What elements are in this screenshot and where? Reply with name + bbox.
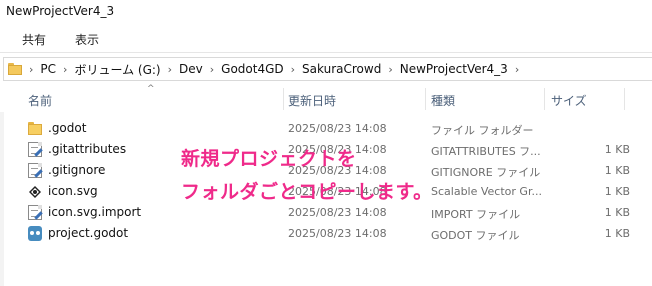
breadcrumb-pc[interactable]: PC [40,62,56,76]
file-name: .gitignore [48,163,106,177]
navigation-pane-edge [0,112,4,286]
breadcrumb-volume[interactable]: ボリューム (G:) [74,61,160,78]
folder-icon [8,63,22,75]
file-name: icon.svg [48,184,98,198]
svg-file-icon [29,186,41,198]
file-date: 2025/08/23 14:08 [288,227,387,240]
file-type: Scalable Vector Gr... [431,185,542,198]
file-date: 2025/08/23 14:08 [288,206,387,219]
file-type: GITATTRIBUTES フ... [431,145,541,158]
file-type: GITIGNORE ファイル [431,166,541,179]
ribbon-tab-view[interactable]: 表示 [75,31,99,48]
address-field[interactable]: › PC › ボリューム (G:) › Dev › Godot4GD › Sak… [3,57,652,81]
chevron-right-icon[interactable]: › [515,63,519,76]
title-bar: NewProjectVer4_3 [0,0,652,26]
file-row-icon-svg-import[interactable]: icon.svg.import 2025/08/23 14:08 IMPORT … [22,202,652,223]
annotation-line-2: フォルダごとコピーします。 [181,181,433,203]
file-date: 2025/08/23 14:08 [288,122,387,135]
folder-icon [28,121,42,136]
file-size: 1 KB [604,206,630,219]
annotation-line-1: 新規プロジェクトを [181,148,357,170]
file-name: .gitattributes [48,142,127,156]
file-type: GODOT ファイル [431,229,520,242]
file-row-godot-folder[interactable]: .godot 2025/08/23 14:08 ファイル フォルダー [22,118,652,139]
chevron-right-icon[interactable]: › [388,63,392,76]
chevron-right-icon[interactable]: › [210,63,214,76]
breadcrumb-godot4gd[interactable]: Godot4GD [221,62,283,76]
column-divider[interactable] [425,88,426,110]
file-row-project-godot[interactable]: project.godot 2025/08/23 14:08 GODOT ファイ… [22,223,652,244]
file-type: IMPORT ファイル [431,208,521,221]
ribbon-tab-share[interactable]: 共有 [22,31,46,48]
column-header-date[interactable]: 更新日時 [288,92,336,109]
chevron-right-icon[interactable]: › [291,63,295,76]
window-title: NewProjectVer4_3 [6,4,115,18]
column-header-type[interactable]: 種類 [431,92,455,109]
file-name: project.godot [48,226,129,240]
chevron-right-icon[interactable]: › [63,63,67,76]
breadcrumb-current[interactable]: NewProjectVer4_3 [400,62,508,76]
file-size: 1 KB [604,185,630,198]
file-name: icon.svg.import [48,205,142,219]
godot-icon [28,226,42,241]
chevron-right-icon[interactable]: › [29,63,33,76]
column-divider[interactable] [283,88,284,110]
file-type: ファイル フォルダー [431,124,534,137]
ribbon: 共有 表示 [0,26,652,52]
document-icon [28,142,43,157]
breadcrumb-dev[interactable]: Dev [179,62,203,76]
chevron-right-icon[interactable]: › [168,63,172,76]
column-divider[interactable] [544,88,545,110]
document-icon [28,205,43,220]
file-size: 1 KB [604,227,630,240]
column-header-size[interactable]: サイズ [551,92,587,109]
column-header-name[interactable]: 名前 [28,92,52,109]
address-bar: › PC › ボリューム (G:) › Dev › Godot4GD › Sak… [0,52,652,84]
breadcrumb-sakuracrowd[interactable]: SakuraCrowd [302,62,381,76]
column-divider[interactable] [624,88,625,110]
file-size: 1 KB [604,143,630,156]
file-name: .godot [48,121,87,135]
file-size: 1 KB [604,164,630,177]
column-headers: 名前 更新日時 種類 サイズ [0,84,652,112]
document-icon [28,163,43,178]
